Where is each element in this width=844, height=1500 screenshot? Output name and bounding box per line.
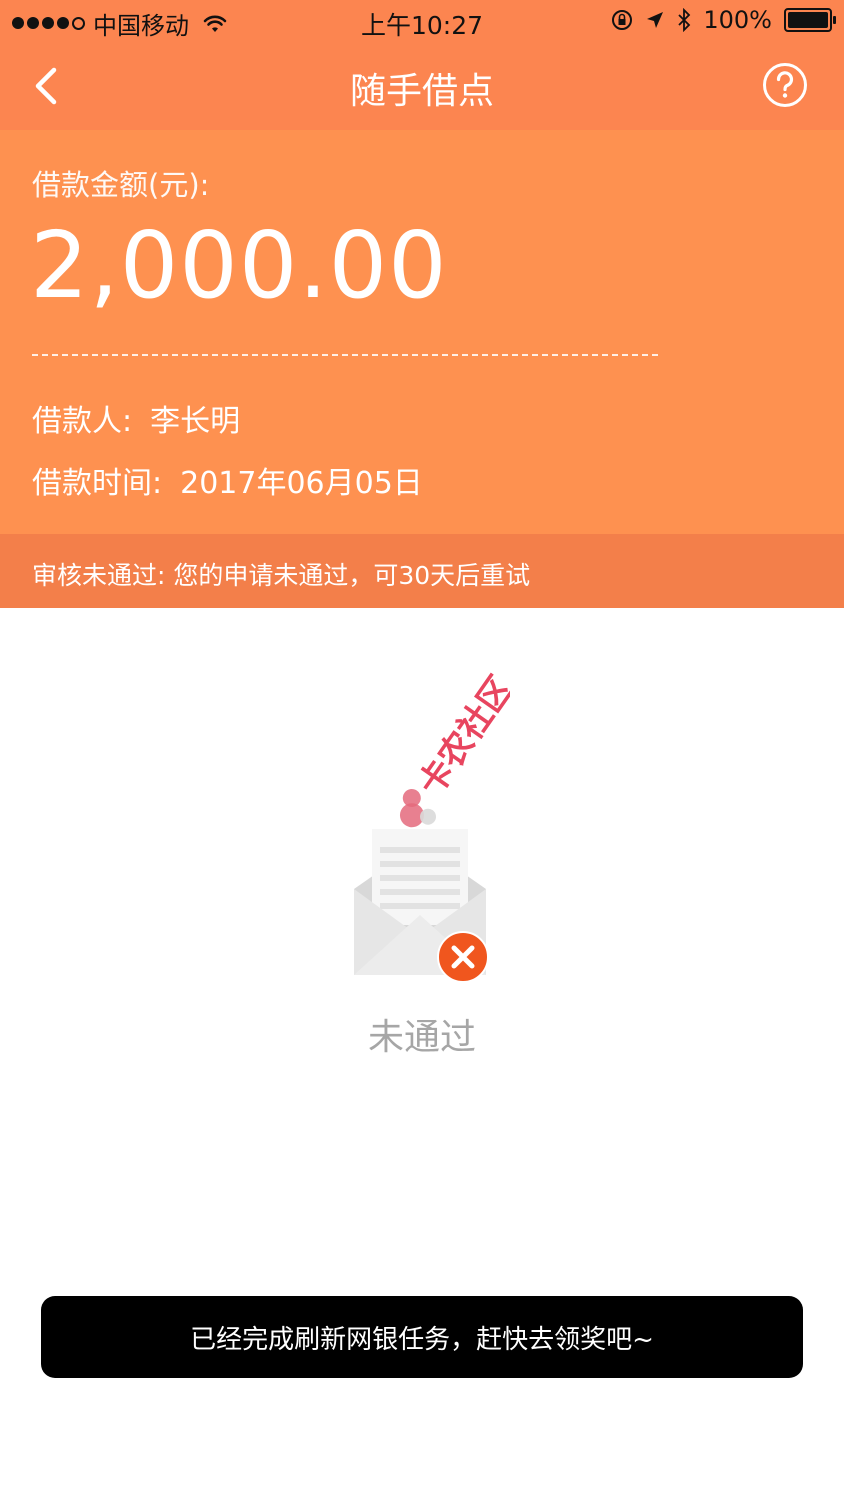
review-notice-text: 审核未通过: 您的申请未通过，可30天后重试 [32,561,531,590]
borrower-row: 借款人: 李长明 [32,396,240,440]
rotation-lock-icon [612,10,633,30]
loan-info-panel: 借款金额(元): 2,000.00 借款人: 李长明 借款时间: 2017年06月0… [0,130,844,534]
toast-message: 已经完成刷新网银任务，赶快去领奖吧~ [41,1296,803,1378]
loan-status-screen: 中国移动 上午10:27 100% 随手借点 借款金额(元): 2,000.00… [0,0,844,1500]
status-bar: 中国移动 上午10:27 100% [0,0,844,40]
nav-bar: 随手借点 [0,40,844,130]
location-arrow-icon [647,12,664,28]
loan-amount: 2,000.00 [30,212,448,319]
page-title: 随手借点 [349,71,494,112]
help-question-icon[interactable] [762,62,808,108]
loan-date-label: 借款时间: [32,466,163,501]
close-x-icon [437,931,489,983]
battery-icon [784,8,836,32]
dashed-divider [32,354,658,356]
review-notice: 审核未通过: 您的申请未通过，可30天后重试 [0,534,844,608]
battery-percent: 100% [703,6,772,34]
amount-label: 借款金额(元): [32,168,210,202]
status-illustration: 卡农社区 [340,660,510,1000]
result-status: 未通过 [367,1017,476,1058]
status-bar-right: 100% [611,6,836,34]
borrower-name: 李长明 [150,404,241,439]
watermark-text: 卡农社区 [411,669,510,803]
borrower-label: 借款人: [32,404,133,439]
loan-date-row: 借款时间: 2017年06月05日 [32,458,423,502]
toast-text: 已经完成刷新网银任务，赶快去领奖吧~ [190,1324,654,1355]
loan-date: 2017年06月05日 [180,466,423,501]
bluetooth-icon [678,8,691,32]
